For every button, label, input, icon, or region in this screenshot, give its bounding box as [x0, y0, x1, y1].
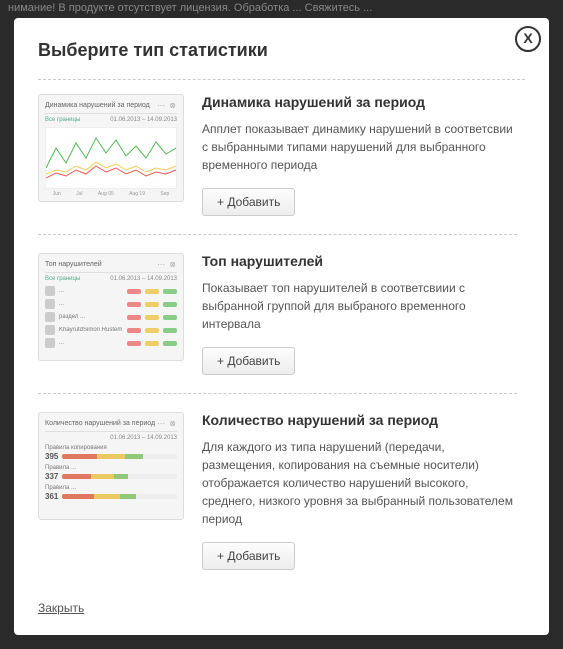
modal-footer: Закрыть [38, 585, 525, 617]
card-description: Показывает топ нарушителей в соответсвии… [202, 279, 517, 333]
avatar-icon [45, 312, 55, 322]
card-title: Динамика нарушений за период [202, 94, 517, 110]
list-item: ... [45, 338, 177, 348]
cards-scroll-area[interactable]: Динамика нарушений за период ⋯ ⊗ Все гра… [38, 94, 525, 585]
add-button[interactable]: + Добавить [202, 347, 295, 375]
list-item: ... [45, 286, 177, 296]
card-title: Топ нарушителей [202, 253, 517, 269]
thumb-chart: Динамика нарушений за период ⋯ ⊗ Все гра… [38, 94, 184, 202]
thumb-menu-icon: ⋯ ⊗ [157, 260, 177, 269]
thumb-list: Топ нарушителей ⋯ ⊗ Все границы 01.06.20… [38, 253, 184, 361]
modal-close-button[interactable]: X [515, 26, 541, 52]
modal-title: Выберите тип статистики [38, 40, 525, 61]
stat-card-top-violators: Топ нарушителей ⋯ ⊗ Все границы 01.06.20… [38, 253, 517, 394]
thumb-date-range: 01.06.2013 – 14.09.2013 [110, 117, 177, 123]
thumb-filter-tag: Все границы [45, 276, 80, 282]
avatar-icon [45, 325, 55, 335]
thumb-x-axis: JunJulAug 05Aug 19Sep [45, 191, 177, 197]
thumb-date-range: 01.06.2013 – 14.09.2013 [110, 276, 177, 282]
card-title: Количество нарушений за период [202, 412, 517, 428]
divider [38, 79, 525, 80]
thumb-title: Количество нарушений за период [45, 420, 155, 427]
thumb-bars: Количество нарушений за период ⋯ ⊗ 01.06… [38, 412, 184, 520]
avatar-icon [45, 338, 55, 348]
thumb-title: Топ нарушителей [45, 261, 102, 268]
bar-row: Правила ... 361 [45, 485, 177, 501]
mini-line-chart [45, 127, 177, 189]
backdrop-warning: нимание! В продукте отсутствует лицензия… [0, 0, 563, 16]
add-button[interactable]: + Добавить [202, 188, 295, 216]
card-description: Апплет показывает динамику нарушений в с… [202, 120, 517, 174]
thumb-title: Динамика нарушений за период [45, 102, 150, 109]
list-item: ... [45, 299, 177, 309]
thumb-date-range: 01.06.2013 – 14.09.2013 [110, 435, 177, 441]
stat-type-modal: X Выберите тип статистики Динамика наруш… [14, 18, 549, 635]
card-description: Для каждого из типа нарушений (передачи,… [202, 438, 517, 528]
avatar-icon [45, 286, 55, 296]
list-item: раздел ... [45, 312, 177, 322]
avatar-icon [45, 299, 55, 309]
add-button[interactable]: + Добавить [202, 542, 295, 570]
thumb-filter-tag: Все границы [45, 117, 80, 123]
list-item: KhayrutdSimon Rustem [45, 325, 177, 335]
thumb-menu-icon: ⋯ ⊗ [157, 419, 177, 428]
stat-card-dynamics: Динамика нарушений за период ⋯ ⊗ Все гра… [38, 94, 517, 235]
bar-row: Правила копирования 395 [45, 445, 177, 461]
stat-card-violation-count: Количество нарушений за период ⋯ ⊗ 01.06… [38, 412, 517, 585]
thumb-menu-icon: ⋯ ⊗ [157, 101, 177, 110]
bar-row: Правила ... 337 [45, 465, 177, 481]
footer-close-link[interactable]: Закрыть [38, 601, 84, 615]
